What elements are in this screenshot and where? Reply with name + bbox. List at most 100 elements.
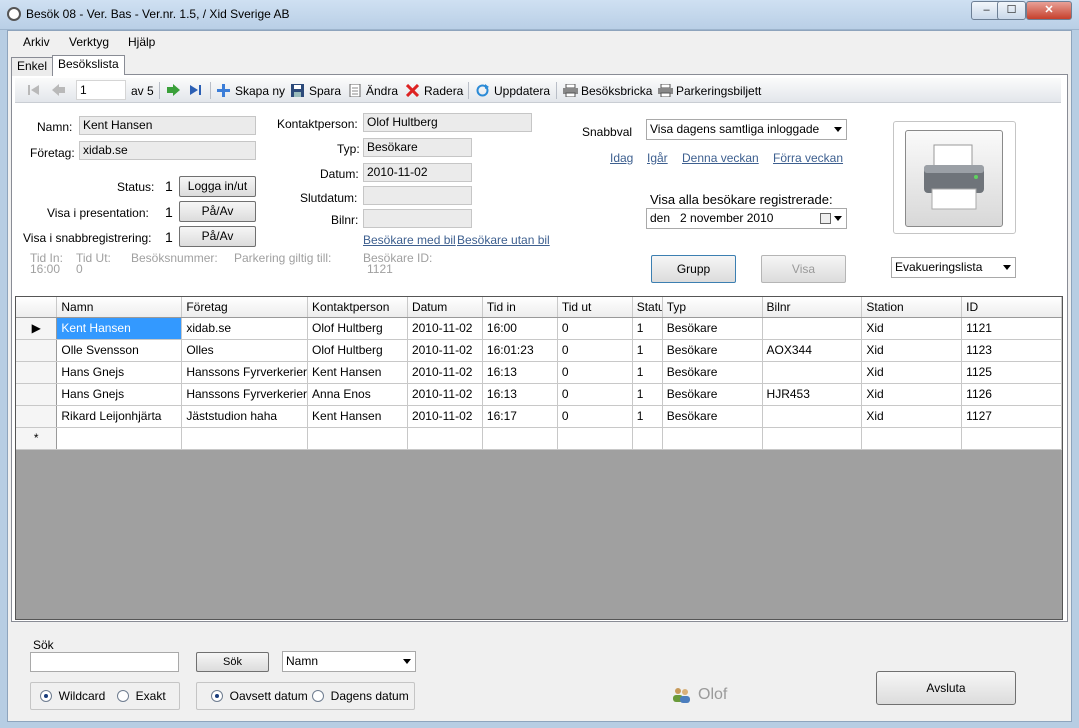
visitor-badge-button[interactable]: Besöksbricka [581,84,652,98]
cell-company[interactable]: Jäststudion haha [181,405,309,428]
row-header[interactable] [16,383,58,406]
cell-name[interactable]: Hans Gnejs [56,361,183,384]
cell-company[interactable]: Olles [181,339,309,362]
cell-contact[interactable]: Kent Hansen [307,405,408,428]
row-header[interactable] [16,405,58,428]
menu-verktyg[interactable]: Verktyg [69,35,109,49]
cell-status[interactable]: 1 [632,361,663,384]
cell-company[interactable]: xidab.se [181,317,309,340]
print-button[interactable] [905,130,1003,227]
column-header-company[interactable]: Företag [181,297,309,318]
row-header[interactable] [16,361,58,384]
cell-name[interactable]: Hans Gnejs [56,383,183,406]
cell-time-in[interactable]: 16:00 [482,317,558,340]
new-row[interactable]: * [16,427,1062,450]
yesterday-link[interactable]: Igår [647,151,668,165]
evacuation-list-dropdown[interactable]: Evakueringslista [891,257,1016,278]
cell-date[interactable]: 2010-11-02 [407,317,483,340]
column-header-date[interactable]: Datum [407,297,483,318]
cell-id[interactable]: 1126 [961,383,1062,406]
search-field-dropdown[interactable]: Namn [282,651,416,672]
last-week-link[interactable]: Förra veckan [773,151,843,165]
column-header-car[interactable]: Bilnr [762,297,863,318]
table-row[interactable]: Hans Gnejs Hanssons Fyrverkerier Anna Enos… [16,383,1062,406]
next-record-icon[interactable] [167,84,181,96]
visitors-with-car-link[interactable]: Besökare med bil [363,233,456,247]
cell-car[interactable] [762,317,863,340]
previous-record-icon[interactable] [52,84,66,96]
table-row[interactable]: Rikard Leijonhjärta Jäststudion haha Kent … [16,405,1062,428]
column-header-time-out[interactable]: Tid ut [557,297,633,318]
cell-time-in[interactable]: 16:13 [482,361,558,384]
cell-station[interactable]: Xid [861,383,963,406]
add-icon[interactable] [217,84,230,97]
save-icon[interactable] [291,84,304,97]
printer-icon[interactable] [658,84,673,97]
contact-field[interactable]: Olof Hultberg [363,113,532,132]
login-logout-button[interactable]: Logga in/ut [179,176,256,197]
cell-company[interactable]: Hanssons Fyrverkerier [181,361,309,384]
cell-contact[interactable]: Olof Hultberg [307,317,408,340]
cell-id[interactable]: 1127 [961,405,1062,428]
cell-id[interactable]: 1123 [961,339,1062,362]
column-header-station[interactable]: Station [861,297,963,318]
cell-station[interactable]: Xid [861,339,963,362]
radio-selected-icon[interactable] [211,690,223,702]
refresh-icon[interactable] [476,84,489,97]
refresh-button[interactable]: Uppdatera [494,84,550,98]
cell-time-in[interactable]: 16:01:23 [482,339,558,362]
cell-date[interactable]: 2010-11-02 [407,405,483,428]
cell-date[interactable]: 2010-11-02 [407,361,483,384]
printer-icon[interactable] [563,84,578,97]
cell-status[interactable]: 1 [632,317,663,340]
column-header-type[interactable]: Typ [662,297,763,318]
cell-time-in[interactable]: 16:13 [482,383,558,406]
record-position-input[interactable]: 1 [76,80,126,100]
cell-date[interactable]: 2010-11-02 [407,339,483,362]
cell-company[interactable]: Hanssons Fyrverkerier [181,383,309,406]
cell-status[interactable]: 1 [632,339,663,362]
cell-name[interactable]: Rikard Leijonhjärta [56,405,183,428]
edit-button[interactable]: Ändra [366,84,398,98]
visitors-without-car-link[interactable]: Besökare utan bil [457,233,550,247]
column-header-time-in[interactable]: Tid in [482,297,558,318]
radio-icon[interactable] [117,690,129,702]
table-row[interactable]: ▶ Kent Hansen xidab.se Olof Hultberg 2010-1… [16,317,1062,340]
column-header-status[interactable]: Status [632,297,663,318]
current-row-marker[interactable]: ▶ [16,317,58,340]
cell-car[interactable] [762,361,863,384]
cell-contact[interactable]: Kent Hansen [307,361,408,384]
cell-car[interactable]: AOX344 [762,339,863,362]
cell-status[interactable]: 1 [632,383,663,406]
visitor-grid[interactable]: Namn Företag Kontaktperson Datum Tid in … [15,296,1063,620]
delete-button[interactable]: Radera [424,84,463,98]
exit-button[interactable]: Avsluta [876,671,1016,705]
menu-arkiv[interactable]: Arkiv [23,35,50,49]
delete-icon[interactable] [406,84,419,97]
cell-time-in[interactable]: 16:17 [482,405,558,428]
cell-station[interactable]: Xid [861,361,963,384]
column-header-name[interactable]: Namn [56,297,183,318]
cell-id[interactable]: 1125 [961,361,1062,384]
tab-enkel[interactable]: Enkel [11,57,54,76]
cell-name[interactable]: Olle Svensson [56,339,183,362]
cell-time-out[interactable]: 0 [557,361,633,384]
maximize-button[interactable]: ☐ [997,1,1026,20]
cell-id[interactable]: 1121 [961,317,1062,340]
close-button[interactable]: ✕ [1026,1,1072,20]
cell-time-out[interactable]: 0 [557,383,633,406]
cell-type[interactable]: Besökare [662,405,763,428]
type-field[interactable]: Besökare [363,138,472,157]
this-week-link[interactable]: Denna veckan [682,151,759,165]
column-header-id[interactable]: ID [961,297,1062,318]
cell-time-out[interactable]: 0 [557,317,633,340]
cell-type[interactable]: Besökare [662,317,763,340]
cell-station[interactable]: Xid [861,317,963,340]
parking-ticket-button[interactable]: Parkeringsbiljett [676,84,761,98]
last-record-icon[interactable] [190,84,202,96]
search-input[interactable] [30,652,179,672]
create-new-button[interactable]: Skapa ny [235,84,285,98]
name-field[interactable]: Kent Hansen [79,116,256,135]
menu-hjalp[interactable]: Hjälp [128,35,155,49]
column-header-contact[interactable]: Kontaktperson [307,297,408,318]
